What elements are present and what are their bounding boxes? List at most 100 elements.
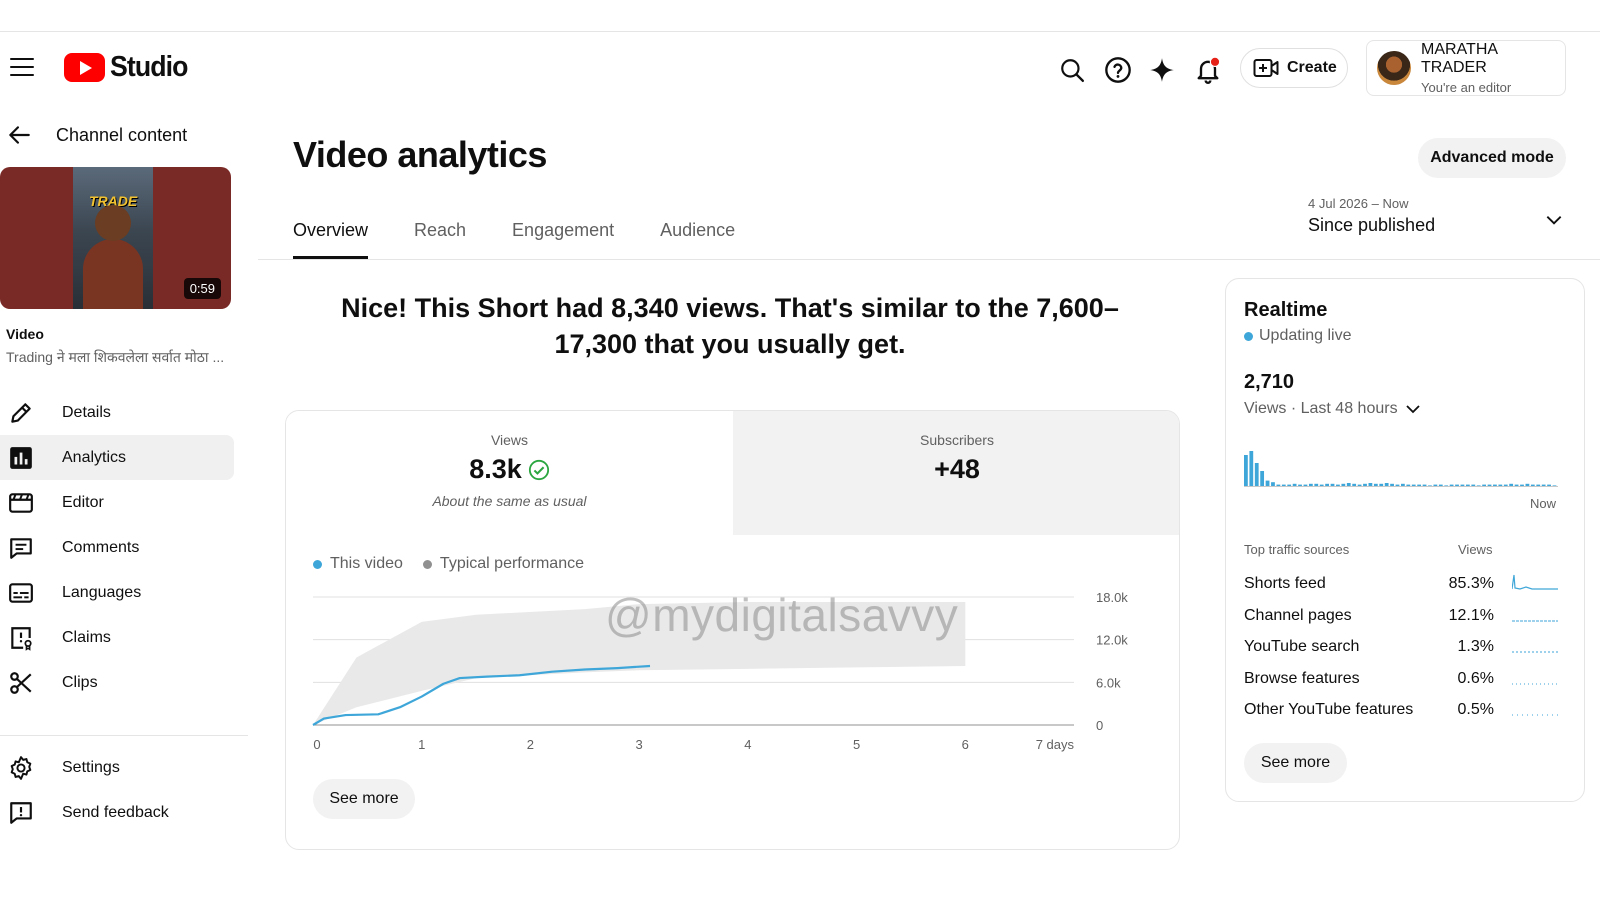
x-tick-label: 4 xyxy=(744,737,751,752)
tab-overview[interactable]: Overview xyxy=(293,220,369,259)
realtime-bar xyxy=(1260,471,1265,487)
analytics-tabs: Overview Reach Engagement Audience xyxy=(293,220,735,259)
back-to-channel-content[interactable]: Channel content xyxy=(6,122,187,148)
y-tick-label: 6.0k xyxy=(1096,675,1121,690)
source-sparkline xyxy=(1512,651,1558,653)
traffic-source-row[interactable]: Channel pages 12.1% xyxy=(1244,601,1564,633)
sidebar-item-clips[interactable]: Clips xyxy=(0,660,234,705)
chart-legend: This video Typical performance xyxy=(313,555,584,573)
video-title[interactable]: Trading ने मला शिकवलेला सर्वात मोठा ... xyxy=(6,348,231,367)
realtime-period-selector[interactable]: Views · Last 48 hours xyxy=(1244,400,1422,418)
source-sparkline xyxy=(1512,574,1558,590)
chevron-down-icon xyxy=(1546,216,1562,225)
advanced-mode-button[interactable]: Advanced mode xyxy=(1418,138,1566,178)
account-role: You're an editor xyxy=(1421,80,1512,95)
views-metric-tab[interactable]: Views 8.3k About the same as usual xyxy=(286,411,733,535)
notifications-icon[interactable] xyxy=(1192,54,1224,86)
sidebar-item-claims[interactable]: Claims xyxy=(0,615,234,660)
video-plus-icon xyxy=(1253,59,1279,77)
realtime-title: Realtime xyxy=(1244,299,1328,321)
video-thumbnail[interactable]: TRADE 0:59 xyxy=(0,167,231,309)
search-icon[interactable] xyxy=(1056,54,1088,86)
sidebar-item-editor[interactable]: Editor xyxy=(0,480,234,525)
sidebar-item-label: Comments xyxy=(62,538,140,556)
account-switcher[interactable]: MARATHA TRADER You're an editor xyxy=(1366,40,1566,96)
sidebar-item-comments[interactable]: Comments xyxy=(0,525,234,570)
check-circle-icon xyxy=(528,459,549,480)
sparkle-icon[interactable] xyxy=(1146,54,1178,86)
menu-icon[interactable] xyxy=(10,58,34,78)
x-tick-label: 7 days xyxy=(1036,737,1075,752)
realtime-bar xyxy=(1254,463,1259,487)
traffic-source-row[interactable]: Browse features 0.6% xyxy=(1244,664,1564,696)
scissors-icon xyxy=(10,671,32,694)
x-tick-label: 0 xyxy=(313,737,320,752)
subscribers-value: +48 xyxy=(934,454,980,484)
help-icon[interactable] xyxy=(1102,54,1134,86)
legend-typical: Typical performance xyxy=(422,555,584,573)
sidebar: Channel content TRADE 0:59 Video Trading… xyxy=(0,110,248,900)
sidebar-nav-bottom: Settings Send feedback xyxy=(0,745,234,835)
tab-engagement[interactable]: Engagement xyxy=(512,220,614,259)
pencil-icon xyxy=(11,402,31,423)
traffic-source-row[interactable]: Other YouTube features 0.5% xyxy=(1244,695,1564,727)
sidebar-item-label: Clips xyxy=(62,673,98,691)
subscribers-metric-tab[interactable]: Subscribers +48 xyxy=(733,411,1179,535)
y-tick-label: 0 xyxy=(1096,718,1103,733)
source-sparkline xyxy=(1512,683,1558,684)
sidebar-item-analytics[interactable]: Analytics xyxy=(0,435,234,480)
realtime-now-label: Now xyxy=(1529,496,1556,511)
x-tick-label: 3 xyxy=(636,737,643,752)
sidebar-item-settings[interactable]: Settings xyxy=(0,745,234,790)
date-range-text: 4 Jul 2026 – Now xyxy=(1308,196,1409,211)
date-range-selector[interactable]: 4 Jul 2026 – Now Since published xyxy=(1308,196,1564,236)
claims-icon xyxy=(11,626,32,651)
sidebar-item-languages[interactable]: Languages xyxy=(0,570,234,615)
performance-headline: Nice! This Short had 8,340 views. That's… xyxy=(341,293,1119,359)
comments-icon xyxy=(10,537,32,559)
youtube-logo-icon xyxy=(64,53,105,82)
views-label: Views xyxy=(490,432,529,448)
studio-logo[interactable]: Studio xyxy=(64,51,194,84)
x-tick-label: 1 xyxy=(418,737,425,752)
arrow-back-icon xyxy=(9,126,30,144)
video-label: Video xyxy=(6,326,44,342)
y-tick-label: 12.0k xyxy=(1096,633,1128,648)
tab-divider xyxy=(258,259,1600,260)
feedback-icon xyxy=(10,801,32,824)
page-title: Video analytics xyxy=(293,134,547,175)
languages-icon xyxy=(9,582,33,603)
create-button[interactable]: Create xyxy=(1240,48,1348,88)
logo-text: Studio xyxy=(110,51,188,83)
sidebar-item-label: Settings xyxy=(62,758,120,776)
sidebar-item-label: Claims xyxy=(62,628,111,646)
tab-audience[interactable]: Audience xyxy=(660,220,735,259)
realtime-panel: Realtime Updating live 2,710 Views · Las… xyxy=(1225,278,1585,802)
editor-icon xyxy=(9,492,33,513)
sidebar-item-label: Analytics xyxy=(62,448,127,466)
y-tick-label: 18.0k xyxy=(1096,590,1128,605)
traffic-source-row[interactable]: YouTube search 1.3% xyxy=(1244,632,1564,664)
thumbnail-image: TRADE xyxy=(73,167,153,309)
traffic-sources-header: Top traffic sources Views xyxy=(1244,542,1493,557)
realtime-bar-chart xyxy=(1244,451,1558,487)
legend-this-video: This video xyxy=(313,555,403,573)
realtime-see-more-button[interactable]: See more xyxy=(1244,743,1347,783)
analytics-icon xyxy=(10,446,32,469)
source-sparkline xyxy=(1512,714,1558,716)
sidebar-item-label: Details xyxy=(62,403,111,421)
sidebar-item-details[interactable]: Details xyxy=(0,390,234,435)
traffic-source-row[interactable]: Shorts feed 85.3% xyxy=(1244,569,1564,601)
sidebar-item-send-feedback[interactable]: Send feedback xyxy=(0,790,234,835)
chart-see-more-button[interactable]: See more xyxy=(313,779,415,819)
x-tick-label: 2 xyxy=(527,737,534,752)
video-duration: 0:59 xyxy=(183,278,221,299)
live-dot-icon xyxy=(1244,331,1253,341)
watermark-text: @mydigitalsavvy xyxy=(605,589,959,641)
sidebar-divider xyxy=(0,735,248,736)
date-range-label: Since published xyxy=(1308,215,1436,235)
realtime-bar xyxy=(1249,451,1254,487)
tab-reach[interactable]: Reach xyxy=(414,220,466,259)
sidebar-nav: Details Analytics Editor Comments Langua… xyxy=(0,390,234,705)
realtime-bar xyxy=(1244,455,1248,487)
